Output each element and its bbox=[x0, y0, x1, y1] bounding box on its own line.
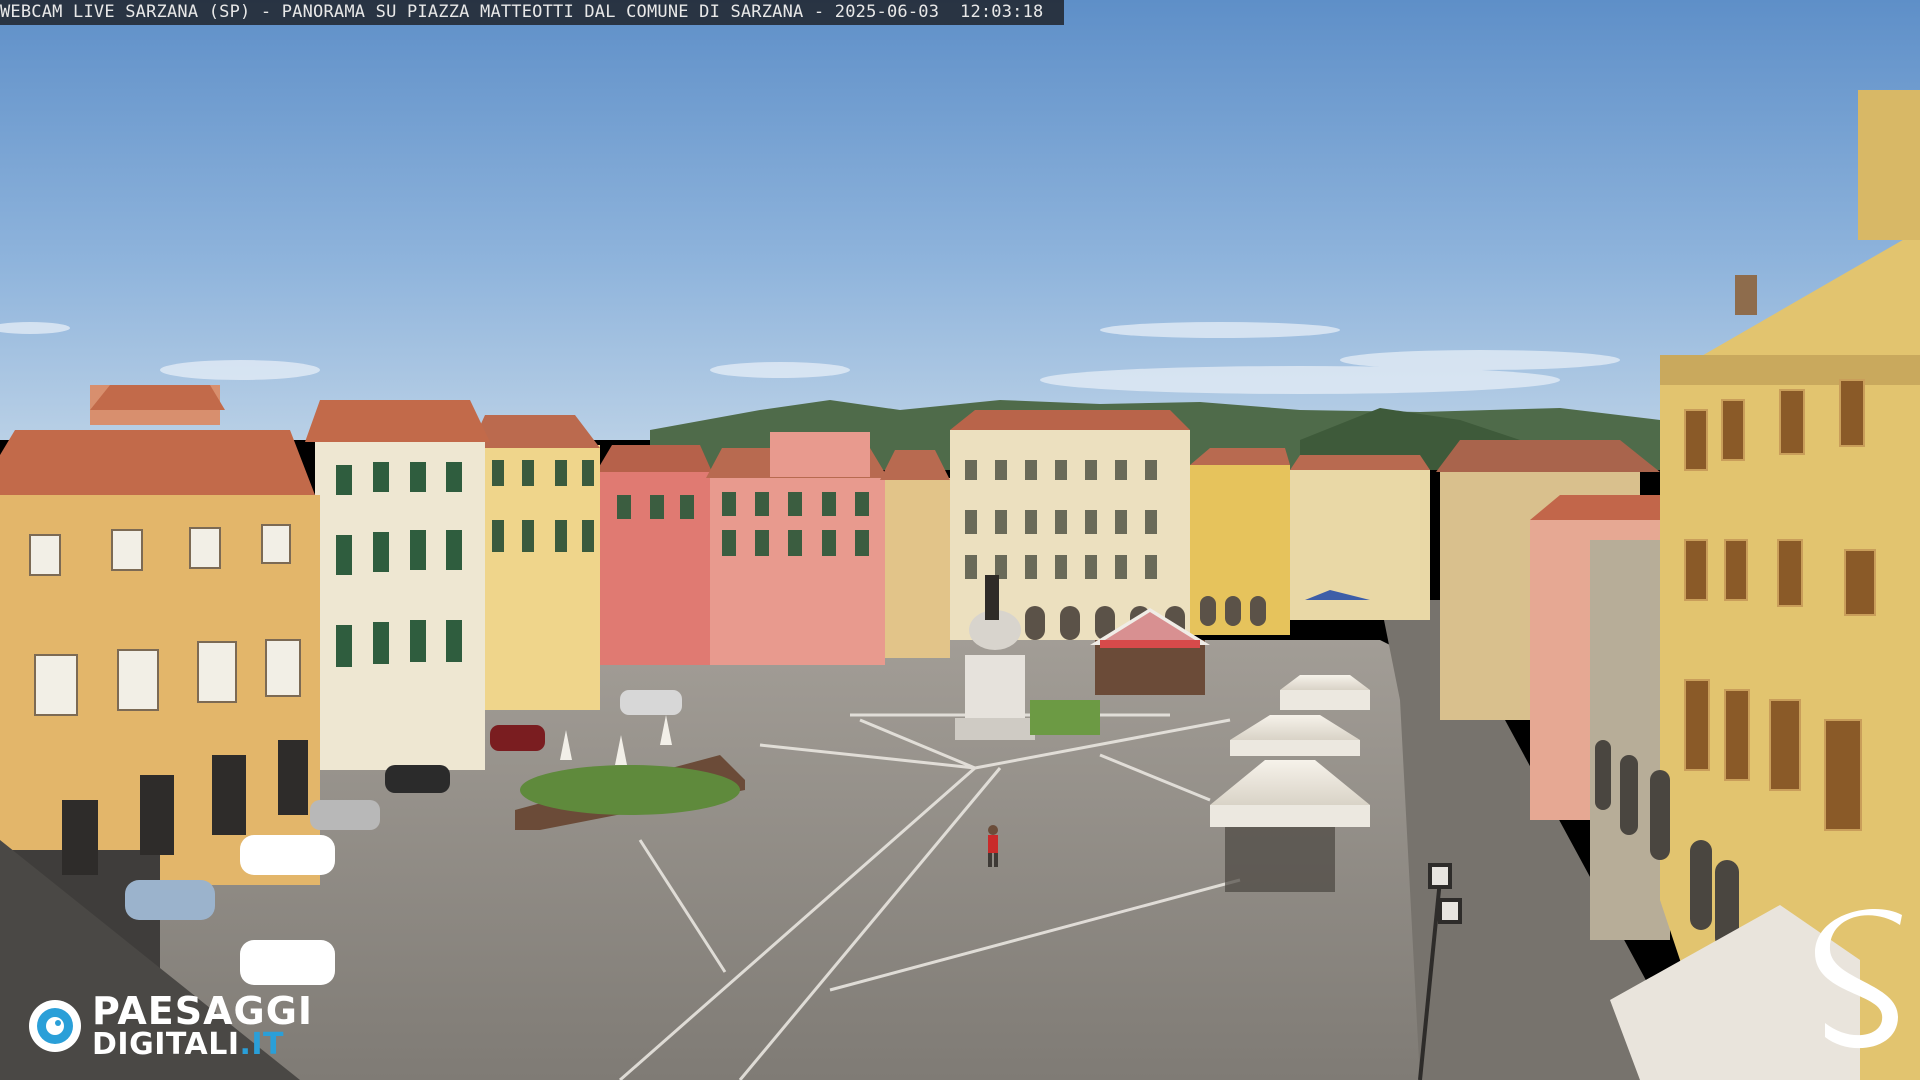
camera-eye-icon bbox=[29, 1000, 81, 1052]
logo-tld: .IT bbox=[239, 1027, 285, 1062]
logo-line1: PAESAGGI bbox=[92, 989, 314, 1033]
webcam-frame: WEBCAM LIVE SARZANA (SP) - PANORAMA SU P… bbox=[0, 0, 1920, 1080]
paesaggi-digitali-logo: PAESAGGI DIGITALI.IT bbox=[26, 990, 313, 1062]
piazza-scene bbox=[0, 0, 1920, 1080]
webcam-caption: WEBCAM LIVE SARZANA (SP) - PANORAMA SU P… bbox=[0, 0, 1064, 25]
logo-line2: DIGITALI.IT bbox=[92, 1030, 313, 1060]
logo-line2-word: DIGITALI bbox=[92, 1027, 240, 1062]
colored-buildings bbox=[596, 432, 950, 665]
sarzana-s-logo bbox=[1815, 908, 1902, 1049]
logo-wordmark: PAESAGGI DIGITALI.IT bbox=[92, 992, 313, 1060]
